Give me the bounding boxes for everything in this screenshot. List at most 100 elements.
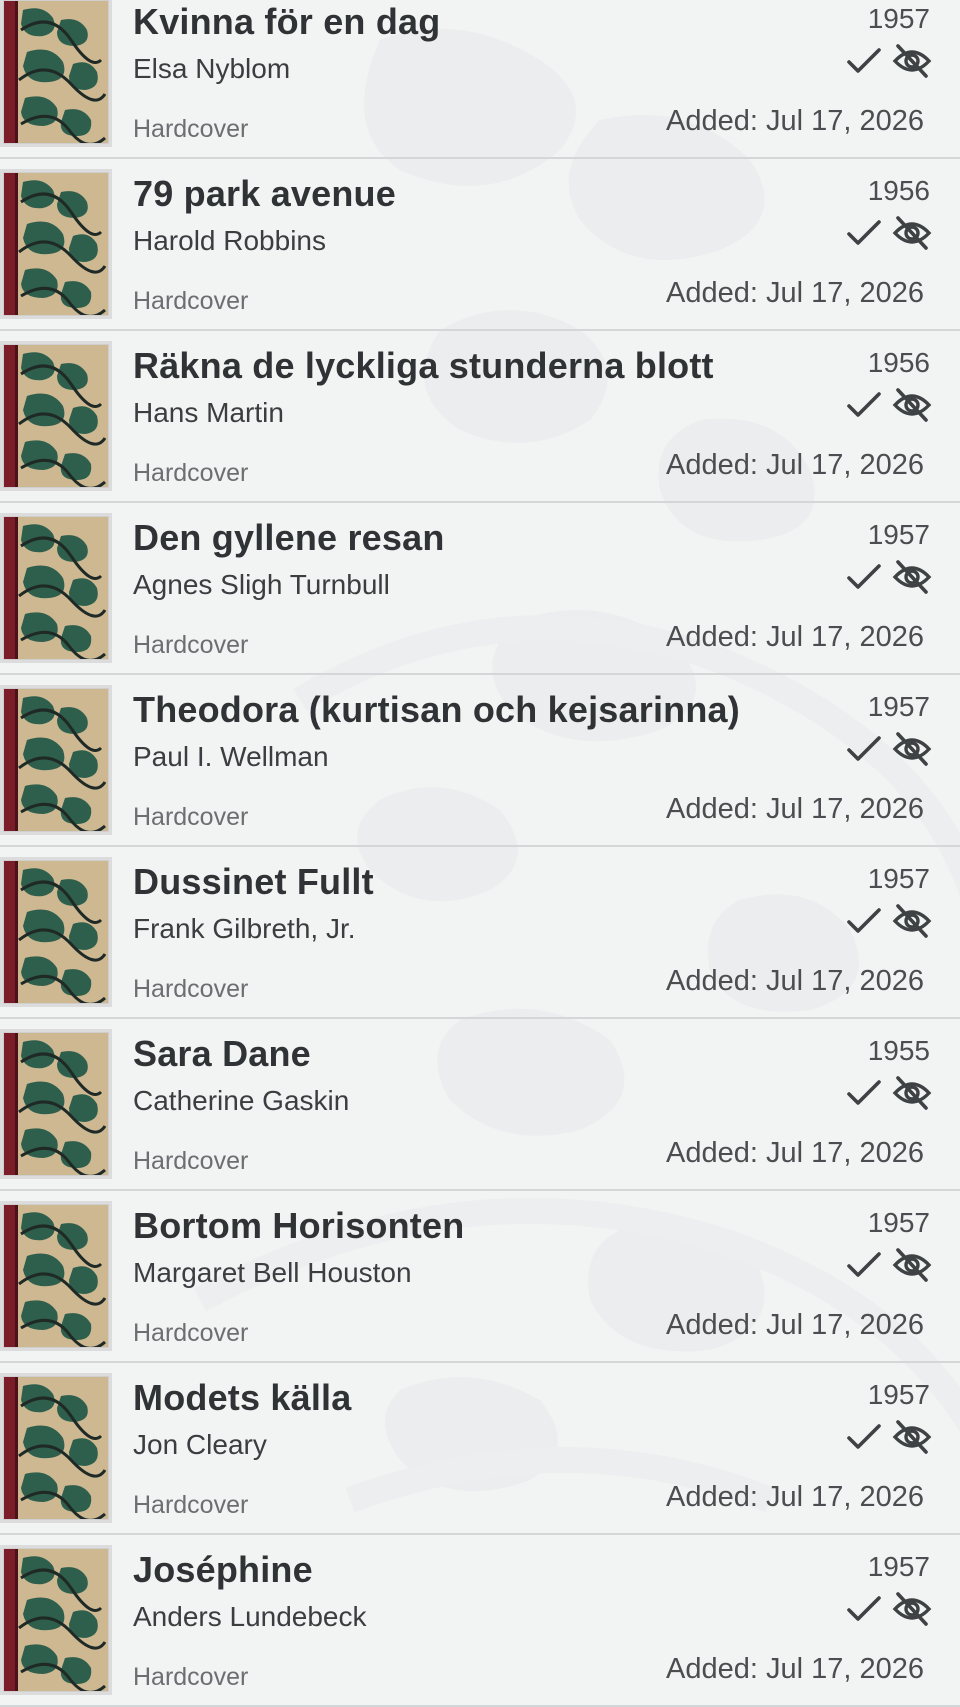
book-added-date: Added: Jul 17, 2026 bbox=[666, 793, 924, 825]
book-year: 1957 bbox=[867, 691, 930, 722]
checkmark-icon[interactable] bbox=[844, 1589, 884, 1629]
eye-slash-icon[interactable] bbox=[892, 1417, 932, 1457]
book-year: 1957 bbox=[867, 3, 930, 34]
book-cover-thumbnail[interactable] bbox=[0, 1545, 112, 1695]
book-year: 1957 bbox=[867, 1551, 930, 1582]
book-author: Catherine Gaskin bbox=[133, 1085, 350, 1116]
eye-slash-icon[interactable] bbox=[892, 41, 932, 81]
book-status-icons bbox=[844, 1073, 932, 1113]
book-list-item[interactable]: Sara Dane Catherine Gaskin Hardcover 195… bbox=[0, 1019, 960, 1191]
book-list-item[interactable]: Den gyllene resan Agnes Sligh Turnbull H… bbox=[0, 503, 960, 675]
book-author: Elsa Nyblom bbox=[133, 53, 291, 84]
book-added-date: Added: Jul 17, 2026 bbox=[666, 1137, 924, 1169]
book-title: Den gyllene resan bbox=[133, 517, 445, 558]
marbled-cover-image bbox=[3, 1032, 109, 1176]
eye-slash-icon[interactable] bbox=[892, 729, 932, 769]
checkmark-icon[interactable] bbox=[844, 729, 884, 769]
eye-slash-icon[interactable] bbox=[892, 213, 932, 253]
book-cover-thumbnail[interactable] bbox=[0, 857, 112, 1007]
book-author: Paul I. Wellman bbox=[133, 741, 329, 772]
marbled-cover-image bbox=[3, 688, 109, 832]
book-format: Hardcover bbox=[133, 1147, 249, 1175]
marbled-cover-image bbox=[3, 516, 109, 660]
checkmark-icon[interactable] bbox=[844, 901, 884, 941]
book-author: Agnes Sligh Turnbull bbox=[133, 569, 390, 600]
book-added-date: Added: Jul 17, 2026 bbox=[666, 277, 924, 309]
book-list-item[interactable]: 79 park avenue Harold Robbins Hardcover … bbox=[0, 159, 960, 331]
book-status-icons bbox=[844, 729, 932, 769]
book-list-item[interactable]: Modets källa Jon Cleary Hardcover 1957 A… bbox=[0, 1363, 960, 1535]
book-list-item[interactable]: Theodora (kurtisan och kejsarinna) Paul … bbox=[0, 675, 960, 847]
book-year: 1957 bbox=[867, 1379, 930, 1410]
book-format: Hardcover bbox=[133, 459, 249, 487]
book-author: Frank Gilbreth, Jr. bbox=[133, 913, 356, 944]
marbled-cover-image bbox=[3, 1204, 109, 1348]
book-list-item[interactable]: Dussinet Fullt Frank Gilbreth, Jr. Hardc… bbox=[0, 847, 960, 1019]
checkmark-icon[interactable] bbox=[844, 41, 884, 81]
book-list-item[interactable]: Kvinna för en dag Elsa Nyblom Hardcover … bbox=[0, 0, 960, 159]
book-format: Hardcover bbox=[133, 1491, 249, 1519]
book-list-item[interactable]: Joséphine Anders Lundebeck Hardcover 195… bbox=[0, 1535, 960, 1707]
book-cover-thumbnail[interactable] bbox=[0, 685, 112, 835]
book-added-date: Added: Jul 17, 2026 bbox=[666, 965, 924, 997]
book-format: Hardcover bbox=[133, 287, 249, 315]
book-format: Hardcover bbox=[133, 631, 249, 659]
eye-slash-icon[interactable] bbox=[892, 557, 932, 597]
book-cover-thumbnail[interactable] bbox=[0, 1029, 112, 1179]
book-title: Joséphine bbox=[133, 1549, 313, 1590]
marbled-cover-image bbox=[3, 172, 109, 316]
book-title: Modets källa bbox=[133, 1377, 352, 1418]
book-status-icons bbox=[844, 213, 932, 253]
checkmark-icon[interactable] bbox=[844, 385, 884, 425]
book-format: Hardcover bbox=[133, 115, 249, 143]
book-list-item[interactable]: Bortom Horisonten Margaret Bell Houston … bbox=[0, 1191, 960, 1363]
book-cover-thumbnail[interactable] bbox=[0, 1201, 112, 1351]
book-author: Margaret Bell Houston bbox=[133, 1257, 412, 1288]
book-cover-thumbnail[interactable] bbox=[0, 169, 112, 319]
checkmark-icon[interactable] bbox=[844, 213, 884, 253]
eye-slash-icon[interactable] bbox=[892, 1073, 932, 1113]
book-status-icons bbox=[844, 901, 932, 941]
book-author: Jon Cleary bbox=[133, 1429, 267, 1460]
book-added-date: Added: Jul 17, 2026 bbox=[666, 1481, 924, 1513]
checkmark-icon[interactable] bbox=[844, 1073, 884, 1113]
book-cover-thumbnail[interactable] bbox=[0, 1373, 112, 1523]
marbled-cover-image bbox=[3, 1548, 109, 1692]
checkmark-icon[interactable] bbox=[844, 1245, 884, 1285]
book-cover-thumbnail[interactable] bbox=[0, 0, 112, 147]
marbled-cover-image bbox=[3, 344, 109, 488]
book-cover-thumbnail[interactable] bbox=[0, 513, 112, 663]
book-added-date: Added: Jul 17, 2026 bbox=[666, 449, 924, 481]
book-status-icons bbox=[844, 1589, 932, 1629]
book-added-date: Added: Jul 17, 2026 bbox=[666, 621, 924, 653]
book-title: Theodora (kurtisan och kejsarinna) bbox=[133, 689, 740, 730]
marbled-cover-image bbox=[3, 1376, 109, 1520]
book-cover-thumbnail[interactable] bbox=[0, 341, 112, 491]
book-list-item[interactable]: Räkna de lyckliga stunderna blott Hans M… bbox=[0, 331, 960, 503]
book-status-icons bbox=[844, 557, 932, 597]
eye-slash-icon[interactable] bbox=[892, 1245, 932, 1285]
book-author: Harold Robbins bbox=[133, 225, 326, 256]
book-status-icons bbox=[844, 1417, 932, 1457]
marbled-cover-image bbox=[3, 860, 109, 1004]
book-format: Hardcover bbox=[133, 1319, 249, 1347]
book-added-date: Added: Jul 17, 2026 bbox=[666, 1309, 924, 1341]
book-year: 1957 bbox=[867, 863, 930, 894]
book-status-icons bbox=[844, 1245, 932, 1285]
book-author: Hans Martin bbox=[133, 397, 284, 428]
book-title: Räkna de lyckliga stunderna blott bbox=[133, 345, 714, 386]
book-list: Kvinna för en dag Elsa Nyblom Hardcover … bbox=[0, 0, 960, 1707]
checkmark-icon[interactable] bbox=[844, 557, 884, 597]
book-author: Anders Lundebeck bbox=[133, 1601, 367, 1632]
checkmark-icon[interactable] bbox=[844, 1417, 884, 1457]
book-year: 1957 bbox=[867, 519, 930, 550]
book-year: 1956 bbox=[867, 347, 930, 378]
marbled-cover-image bbox=[3, 0, 109, 144]
book-format: Hardcover bbox=[133, 975, 249, 1003]
book-status-icons bbox=[844, 385, 932, 425]
eye-slash-icon[interactable] bbox=[892, 1589, 932, 1629]
book-year: 1956 bbox=[867, 175, 930, 206]
book-title: Kvinna för en dag bbox=[133, 1, 441, 42]
eye-slash-icon[interactable] bbox=[892, 385, 932, 425]
eye-slash-icon[interactable] bbox=[892, 901, 932, 941]
